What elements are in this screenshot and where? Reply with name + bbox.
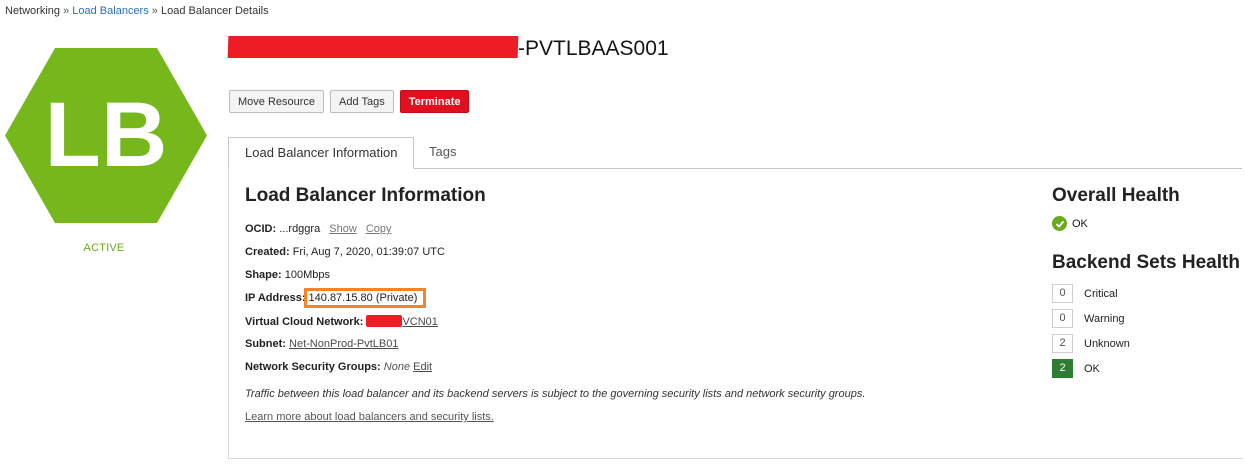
ip-highlight-box: 140.87.15.80 (Private) — [303, 288, 427, 308]
health-count: 2 — [1052, 359, 1073, 378]
nsg-value: None — [383, 361, 411, 373]
health-row-unknown[interactable]: 2 Unknown — [1052, 334, 1130, 353]
health-count: 2 — [1052, 334, 1073, 353]
shape-row: Shape: 100Mbps — [245, 269, 330, 281]
health-label: Critical — [1084, 287, 1118, 300]
ocid-row: OCID: ...rdggra Show Copy — [245, 223, 392, 235]
breadcrumb: Networking » Load Balancers » Load Balan… — [5, 5, 269, 17]
backend-sets-heading: Backend Sets Health — [1052, 252, 1240, 273]
breadcrumb-networking[interactable]: Networking — [5, 5, 60, 17]
created-label: Created: — [245, 246, 290, 258]
nsg-label: Network Security Groups: — [245, 361, 381, 373]
subnet-label: Subnet: — [245, 338, 286, 350]
health-row-warning[interactable]: 0 Warning — [1052, 309, 1125, 328]
ocid-value: ...rdggra — [279, 223, 321, 235]
breadcrumb-current: Load Balancer Details — [160, 5, 269, 17]
ocid-copy-link[interactable]: Copy — [366, 223, 392, 235]
nsg-row: Network Security Groups: None Edit — [245, 361, 432, 373]
terminate-button[interactable]: Terminate — [399, 90, 470, 113]
nsg-edit-link[interactable]: Edit — [413, 361, 432, 373]
overall-health-status: OK — [1052, 216, 1088, 231]
tab-bar: Load Balancer Information Tags — [228, 137, 1242, 169]
ocid-show-link[interactable]: Show — [329, 223, 357, 235]
overall-health-label: OK — [1072, 217, 1088, 230]
page-title: -PVTLBAAS001 — [227, 36, 669, 61]
vcn-link[interactable]: VCN01 — [402, 316, 437, 328]
status-badge: ACTIVE — [83, 242, 125, 254]
health-count: 0 — [1052, 309, 1073, 328]
subnet-row: Subnet: Net-NonProd-PvtLB01 — [245, 338, 398, 350]
breadcrumb-load-balancers[interactable]: Load Balancers — [72, 5, 148, 17]
add-tags-button[interactable]: Add Tags — [330, 90, 394, 113]
breadcrumb-separator: » — [63, 5, 70, 17]
hexagon-lb-icon: LB — [5, 48, 207, 223]
health-label: Warning — [1084, 312, 1125, 325]
learn-more-link[interactable]: Learn more about load balancers and secu… — [245, 411, 494, 423]
breadcrumb-separator: » — [151, 5, 158, 17]
tab-tags[interactable]: Tags — [413, 137, 472, 167]
overall-health-heading: Overall Health — [1052, 185, 1180, 206]
action-bar: Move Resource Add Tags Terminate — [229, 90, 470, 113]
redacted-name — [227, 36, 519, 58]
vcn-row: Virtual Cloud Network: VCN01 — [245, 315, 438, 328]
security-note: Traffic between this load balancer and i… — [245, 388, 866, 400]
vcn-label: Virtual Cloud Network: — [245, 316, 364, 328]
move-resource-button[interactable]: Move Resource — [229, 90, 325, 113]
check-circle-icon — [1052, 216, 1067, 231]
ip-value: 140.87.15.80 (Private) — [308, 292, 418, 304]
health-count: 0 — [1052, 284, 1073, 303]
badge-text: LB — [45, 84, 168, 186]
section-heading: Load Balancer Information — [245, 185, 486, 206]
created-row: Created: Fri, Aug 7, 2020, 01:39:07 UTC — [245, 246, 445, 258]
redacted-vcn — [366, 315, 403, 327]
created-value: Fri, Aug 7, 2020, 01:39:07 UTC — [292, 246, 445, 258]
health-row-critical[interactable]: 0 Critical — [1052, 284, 1118, 303]
ip-row: IP Address: 140.87.15.80 (Private) — [245, 288, 427, 308]
tab-load-balancer-information[interactable]: Load Balancer Information — [228, 137, 415, 169]
shape-value: 100Mbps — [284, 269, 331, 281]
title-suffix: -PVTLBAAS001 — [518, 37, 669, 60]
ocid-label: OCID: — [245, 223, 277, 235]
ip-label: IP Address: — [245, 292, 306, 304]
health-label: OK — [1084, 362, 1100, 375]
health-label: Unknown — [1084, 337, 1130, 350]
shape-label: Shape: — [245, 269, 282, 281]
subnet-link[interactable]: Net-NonProd-PvtLB01 — [289, 338, 398, 350]
health-row-ok[interactable]: 2 OK — [1052, 359, 1100, 378]
